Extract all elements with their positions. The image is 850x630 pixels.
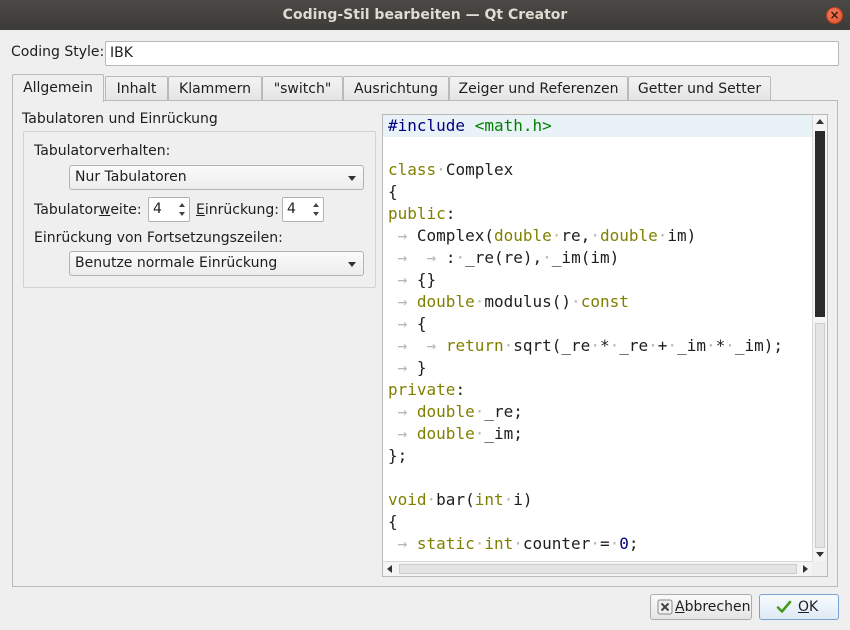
code-line: → { bbox=[388, 314, 427, 333]
window-title: Coding-Stil bearbeiten — Qt Creator bbox=[282, 7, 568, 23]
indent-size-value: 4 bbox=[287, 201, 296, 217]
code-line: private: bbox=[388, 380, 466, 399]
code-line: { bbox=[388, 182, 398, 201]
scrollbar-track[interactable] bbox=[815, 323, 825, 548]
title-bar: Coding-Stil bearbeiten — Qt Creator × bbox=[0, 0, 850, 30]
tab-inhalt[interactable]: Inhalt bbox=[105, 76, 168, 102]
scroll-corner bbox=[812, 561, 827, 576]
code-area[interactable]: #include <math.h> class·Complex { public: →… bbox=[383, 115, 813, 563]
chevron-down-icon[interactable] bbox=[179, 212, 185, 216]
code-line: → double·_im; bbox=[388, 424, 523, 443]
scrollbar-track[interactable] bbox=[399, 564, 797, 574]
code-line: void·bar(int·i) bbox=[388, 490, 533, 509]
tab-ausrichtung[interactable]: Ausrichtung bbox=[343, 76, 449, 102]
tab-policy-value: Nur Tabulatoren bbox=[75, 169, 187, 185]
tab-allgemein[interactable]: Allgemein bbox=[12, 74, 104, 102]
scroll-down-icon[interactable] bbox=[816, 552, 824, 557]
code-line: #include <math.h> bbox=[383, 115, 813, 137]
chevron-up-icon[interactable] bbox=[313, 203, 319, 207]
cancel-button[interactable]: Abbrechen bbox=[650, 594, 752, 620]
close-button[interactable]: × bbox=[826, 7, 843, 24]
code-line: → static·int·counter·=·0; bbox=[388, 534, 639, 553]
chevron-down-icon bbox=[348, 262, 356, 267]
chevron-up-icon[interactable] bbox=[179, 203, 185, 207]
vertical-scrollbar[interactable] bbox=[812, 115, 827, 563]
cancel-icon bbox=[657, 599, 673, 615]
close-icon: × bbox=[829, 8, 840, 22]
scrollbar-thumb[interactable] bbox=[815, 131, 825, 317]
group-title: Tabulatoren und Einrückung bbox=[22, 111, 218, 127]
coding-style-name-field[interactable]: IBK bbox=[105, 41, 839, 66]
tab-getter-und-setter[interactable]: Getter und Setter bbox=[628, 76, 771, 102]
continuation-combo[interactable]: Benutze normale Einrückung bbox=[69, 251, 364, 276]
chevron-down-icon bbox=[348, 176, 356, 181]
code-line: → Complex(double·re,·double·im) bbox=[388, 226, 697, 245]
spin-buttons[interactable] bbox=[310, 198, 323, 221]
tab-policy-combo[interactable]: Nur Tabulatoren bbox=[69, 165, 364, 190]
code-line: }; bbox=[388, 446, 408, 465]
code-line: → double·modulus()·const bbox=[388, 292, 629, 311]
indent-size-spinbox[interactable]: 4 bbox=[282, 197, 324, 222]
ok-button[interactable]: OK bbox=[759, 594, 839, 620]
code-line: → → :·_re(re),·_im(im) bbox=[388, 248, 620, 267]
code-line: → } bbox=[388, 358, 427, 377]
tab-width-value: 4 bbox=[153, 201, 162, 217]
code-line: → {} bbox=[388, 270, 437, 289]
continuation-label: Einrückung von Fortsetzungszeilen: bbox=[34, 230, 283, 246]
scroll-up-icon[interactable] bbox=[816, 119, 824, 124]
code-line: → double·_re; bbox=[388, 402, 523, 421]
checkmark-icon bbox=[776, 600, 792, 613]
chevron-down-icon[interactable] bbox=[313, 212, 319, 216]
scroll-right-icon[interactable] bbox=[803, 565, 808, 573]
scroll-left-icon[interactable] bbox=[387, 565, 392, 573]
cancel-label: Abbrechen bbox=[675, 599, 751, 615]
code-line: → → return·sqrt(_re·*·_re·+·_im·*·_im); bbox=[388, 336, 784, 355]
code-line: public: bbox=[388, 204, 456, 223]
tab-switch[interactable]: "switch" bbox=[262, 76, 343, 102]
tab-zeiger-und-referenzen[interactable]: Zeiger und Referenzen bbox=[449, 76, 628, 102]
code-line: { bbox=[388, 512, 398, 531]
tab-klammern[interactable]: Klammern bbox=[168, 76, 262, 102]
ok-label: OK bbox=[798, 599, 819, 615]
horizontal-scrollbar[interactable] bbox=[383, 561, 813, 576]
spin-buttons[interactable] bbox=[176, 198, 189, 221]
code-line: class·Complex bbox=[388, 160, 514, 179]
tab-policy-label: Tabulatorverhalten: bbox=[34, 143, 171, 159]
coding-style-label: Coding Style: bbox=[11, 44, 105, 60]
code-preview[interactable]: #include <math.h> class·Complex { public: →… bbox=[382, 114, 828, 577]
tab-width-spinbox[interactable]: 4 bbox=[148, 197, 190, 222]
tab-width-label: Tabulatorweite: bbox=[34, 202, 142, 218]
indent-size-label: Einrückung: bbox=[196, 202, 279, 218]
continuation-value: Benutze normale Einrückung bbox=[75, 255, 278, 271]
